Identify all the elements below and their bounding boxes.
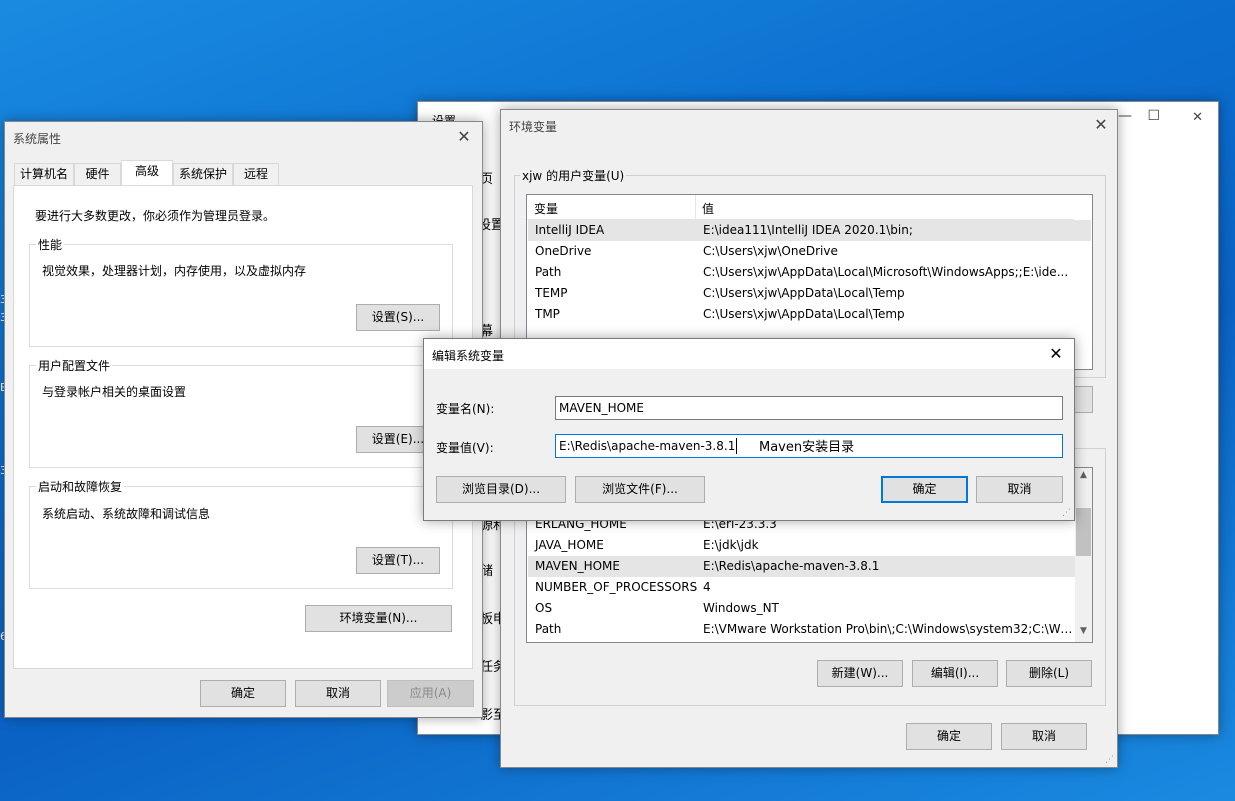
variable-value: E:\jdk\jdk — [703, 538, 759, 552]
table-row[interactable]: TMP C:\Users\xjw\AppData\Local\Temp — [528, 304, 1091, 325]
resize-grip-icon[interactable]: ⋰ — [1062, 508, 1071, 518]
table-row[interactable]: IntelliJ IDEA E:\idea111\IntelliJ IDEA 20… — [528, 220, 1091, 241]
cancel-button[interactable]: 取消 — [295, 680, 381, 707]
tab-advanced[interactable]: 高级 — [121, 160, 173, 185]
column-header-variable[interactable]: 变量 — [534, 200, 558, 217]
variable-name: IntelliJ IDEA — [535, 223, 605, 237]
performance-settings-button[interactable]: 设置(S)... — [356, 304, 440, 331]
column-header-value[interactable]: 值 — [702, 200, 714, 217]
system-properties-dialog: 系统属性 ✕ 计算机名 硬件 高级 系统保护 远程 要进行大多数更改，你必须作为… — [4, 121, 483, 718]
variable-value: Windows_NT — [703, 601, 779, 615]
list-header: 变量 值 — [527, 195, 1074, 220]
delete-button[interactable]: 删除(L) — [1006, 660, 1092, 687]
table-row[interactable]: JAVA_HOME E:\jdk\jdk — [528, 535, 1091, 556]
scroll-up-icon[interactable]: ▲ — [1075, 470, 1092, 484]
user-profiles-description: 与登录帐户相关的桌面设置 — [42, 385, 187, 399]
user-profiles-label: 用户配置文件 — [36, 357, 113, 374]
tab-remote[interactable]: 远程 — [233, 163, 279, 185]
startup-recovery-description: 系统启动、系统故障和调试信息 — [42, 507, 211, 521]
performance-description: 视觉效果，处理器计划，内存使用，以及虚拟内存 — [42, 264, 307, 278]
resize-grip-icon[interactable]: ⋰ — [1105, 755, 1114, 765]
close-icon[interactable]: ✕ — [1085, 110, 1117, 140]
performance-label: 性能 — [36, 236, 65, 253]
table-row[interactable]: OS Windows_NT — [528, 598, 1091, 619]
variable-value: E:\VMware Workstation Pro\bin\;C:\Window… — [703, 622, 1073, 636]
variable-name: Path — [535, 265, 562, 279]
variable-name: MAVEN_HOME — [535, 559, 620, 573]
table-row[interactable]: NUMBER_OF_PROCESSORS 4 — [528, 577, 1091, 598]
dialog-title: 编辑系统变量 — [432, 349, 505, 363]
variable-value-text: E:\Redis\apache-maven-3.8.1 — [559, 439, 736, 453]
scroll-down-icon[interactable]: ▼ — [1075, 626, 1092, 640]
edit-system-variable-dialog: 编辑系统变量 ✕ 变量名(N): MAVEN_HOME 变量值(V): E:\R… — [423, 338, 1075, 521]
annotation-text: Maven安装目录 — [759, 440, 855, 455]
variable-value: C:\Users\xjw\OneDrive — [703, 244, 838, 258]
variable-name-label: 变量名(N): — [436, 402, 495, 416]
table-row[interactable]: MAVEN_HOME E:\Redis\apache-maven-3.8.1 — [528, 556, 1091, 577]
variable-name: TEMP — [535, 286, 568, 300]
table-row[interactable]: TEMP C:\Users\xjw\AppData\Local\Temp — [528, 283, 1091, 304]
edit-button[interactable]: 编辑(I)... — [912, 660, 998, 687]
dialog-title: 系统属性 — [13, 132, 62, 146]
variable-name: OS — [535, 601, 553, 615]
variable-value: C:\Users\xjw\AppData\Local\Temp — [703, 307, 905, 321]
text-caret — [736, 438, 738, 454]
variable-name: NUMBER_OF_PROCESSORS — [535, 580, 698, 594]
ok-button[interactable]: 确定 — [881, 476, 968, 503]
table-row[interactable]: OneDrive C:\Users\xjw\OneDrive — [528, 241, 1091, 262]
dialog-title: 环境变量 — [509, 120, 558, 134]
column-divider — [695, 195, 696, 219]
variable-value: E:\idea111\IntelliJ IDEA 2020.1\bin; — [703, 223, 913, 237]
variable-value: C:\Users\xjw\AppData\Local\Temp — [703, 286, 905, 300]
apply-button[interactable]: 应用(A) — [387, 680, 474, 707]
user-variables-label: xjw 的用户变量(U) — [520, 167, 627, 184]
scroll-thumb[interactable] — [1076, 508, 1091, 556]
variable-value: 4 — [703, 580, 711, 594]
variable-value: C:\Users\xjw\AppData\Local\Microsoft\Win… — [703, 265, 1069, 279]
minimize-button[interactable]: — — [1118, 108, 1132, 124]
variable-name: Path — [535, 622, 562, 636]
user-profiles-group: 用户配置文件 与登录帐户相关的桌面设置 设置(E)... — [29, 357, 453, 468]
startup-recovery-group: 启动和故障恢复 系统启动、系统故障和调试信息 设置(T)... — [29, 478, 453, 589]
tab-system-protection[interactable]: 系统保护 — [173, 163, 233, 185]
tab-computer-name[interactable]: 计算机名 — [14, 163, 74, 185]
variable-name: JAVA_HOME — [535, 538, 604, 552]
ok-button[interactable]: 确定 — [906, 723, 992, 750]
startup-recovery-label: 启动和故障恢复 — [36, 478, 125, 495]
tab-page-advanced: 要进行大多数更改，你必须作为管理员登录。 性能 视觉效果，处理器计划，内存使用，… — [13, 185, 473, 669]
table-row[interactable]: Path C:\Users\xjw\AppData\Local\Microsoft… — [528, 262, 1091, 283]
ok-button[interactable]: 确定 — [200, 680, 286, 707]
tab-hardware[interactable]: 硬件 — [74, 163, 121, 185]
variable-name: OneDrive — [535, 244, 592, 258]
close-icon[interactable]: ✕ — [448, 122, 480, 152]
maximize-button[interactable]: ☐ — [1147, 108, 1160, 124]
startup-recovery-settings-button[interactable]: 设置(T)... — [356, 547, 440, 574]
browse-directory-button[interactable]: 浏览目录(D)... — [436, 476, 566, 503]
browse-file-button[interactable]: 浏览文件(F)... — [575, 476, 705, 503]
variable-name-field[interactable]: MAVEN_HOME — [555, 396, 1063, 420]
settings-close-button[interactable]: ✕ — [1192, 110, 1203, 125]
variable-value: E:\Redis\apache-maven-3.8.1 — [703, 559, 880, 573]
scrollbar[interactable]: ▲ ▼ — [1075, 468, 1092, 642]
dialog-titlebar: 编辑系统变量 ✕ — [424, 339, 1074, 369]
performance-group: 性能 视觉效果，处理器计划，内存使用，以及虚拟内存 设置(S)... — [29, 236, 453, 347]
new-button[interactable]: 新建(W)... — [817, 660, 903, 687]
admin-notice: 要进行大多数更改，你必须作为管理员登录。 — [35, 209, 276, 223]
cancel-button[interactable]: 取消 — [976, 476, 1063, 503]
variable-value-label: 变量值(V): — [436, 441, 494, 455]
close-icon[interactable]: ✕ — [1040, 339, 1072, 369]
table-row[interactable]: Path E:\VMware Workstation Pro\bin\;C:\Wi… — [528, 619, 1091, 640]
environment-variables-button[interactable]: 环境变量(N)... — [305, 605, 452, 632]
variable-name: TMP — [535, 307, 560, 321]
cancel-button[interactable]: 取消 — [1001, 723, 1087, 750]
